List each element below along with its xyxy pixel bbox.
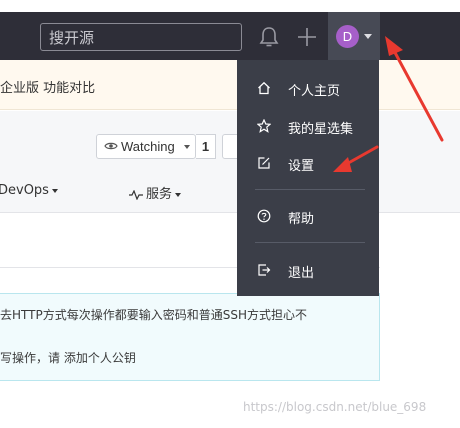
user-menu-toggle[interactable]: D — [328, 12, 380, 60]
menu-divider — [255, 242, 365, 243]
eye-icon — [104, 142, 118, 150]
notice-line-1: 去HTTP方式每次操作都要输入密码和普通SSH方式担心不 — [0, 308, 307, 322]
watch-button[interactable]: Watching — [96, 134, 196, 159]
menu-divider — [255, 189, 365, 190]
search-input[interactable] — [40, 23, 242, 51]
enterprise-banner: 企业版 功能对比 — [0, 60, 460, 110]
logout-icon — [258, 264, 271, 276]
chevron-down-icon — [51, 188, 58, 193]
tab-services[interactable]: 服务 — [129, 183, 182, 202]
tab-services-label: 服务 — [146, 187, 173, 202]
menu-item-logout[interactable]: 退出 — [237, 256, 379, 284]
top-navbar: D — [0, 0, 460, 60]
bell-icon[interactable] — [258, 25, 280, 49]
user-dropdown-menu: 个人主页 我的星选集 设置 帮助 退出 — [237, 60, 379, 296]
help-icon — [257, 209, 271, 223]
menu-item-stars[interactable]: 我的星选集 — [237, 112, 379, 140]
main-content: 去HTTP方式每次操作都要输入密码和普通SSH方式担心不 写操作，请 添加个人公… — [0, 213, 460, 428]
repo-header: Watching 1 DevOps 服务 — [0, 111, 460, 213]
edit-icon — [258, 157, 270, 169]
tab-devops[interactable]: DevOps — [0, 183, 58, 198]
notice-line-2[interactable]: 写操作，请 添加个人公钥 — [0, 349, 136, 366]
menu-item-label: 退出 — [288, 266, 315, 281]
menu-item-label: 帮助 — [288, 212, 315, 227]
chevron-down-icon — [175, 192, 182, 197]
menu-item-profile[interactable]: 个人主页 — [237, 74, 379, 102]
watermark: https://blog.csdn.net/blue_698 — [243, 400, 427, 414]
banner-text[interactable]: 企业版 功能对比 — [0, 77, 95, 96]
star-icon — [257, 119, 271, 133]
home-icon — [258, 81, 270, 95]
menu-item-label: 个人主页 — [288, 84, 341, 99]
pulse-icon — [129, 189, 143, 200]
watch-count[interactable]: 1 — [196, 134, 216, 159]
avatar[interactable]: D — [336, 25, 359, 48]
watch-label: Watching — [121, 139, 175, 154]
menu-item-help[interactable]: 帮助 — [237, 202, 379, 230]
plus-icon[interactable] — [296, 26, 318, 48]
menu-item-label: 我的星选集 — [288, 122, 354, 137]
ssh-notice: 去HTTP方式每次操作都要输入密码和普通SSH方式担心不 写操作，请 添加个人公… — [0, 293, 380, 381]
tab-devops-label: DevOps — [0, 183, 49, 198]
chevron-down-icon — [184, 145, 190, 149]
menu-item-label: 设置 — [288, 159, 315, 174]
caret-down-icon — [364, 34, 372, 39]
menu-item-settings[interactable]: 设置 — [237, 149, 379, 177]
